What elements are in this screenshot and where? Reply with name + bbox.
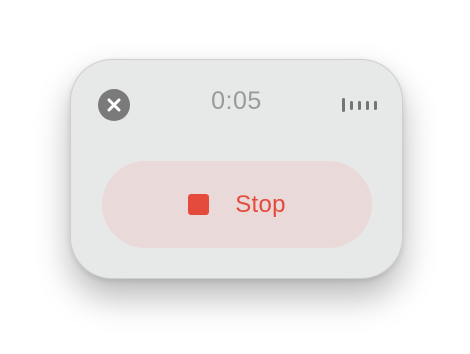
level-bar-5 — [374, 100, 377, 110]
recording-panel: 0:05 Stop — [70, 59, 403, 279]
level-bar-3 — [358, 100, 361, 110]
stage: 0:05 Stop — [0, 0, 470, 354]
stop-label: Stop — [235, 190, 286, 218]
audio-level-icon — [342, 98, 377, 112]
level-bar-4 — [366, 100, 369, 110]
stop-icon — [188, 194, 210, 215]
stop-button[interactable]: Stop — [102, 161, 372, 248]
level-bar-1 — [342, 98, 345, 112]
level-bar-2 — [350, 100, 353, 110]
